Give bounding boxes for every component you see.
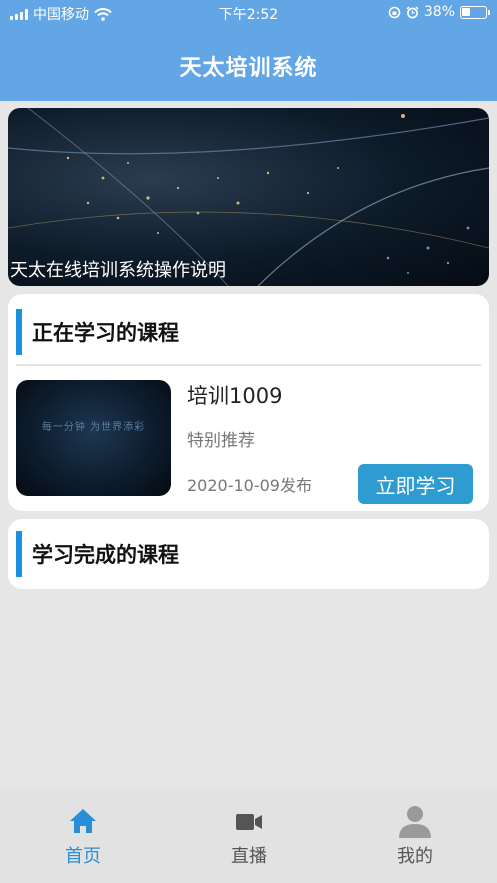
orientation-lock-icon	[388, 6, 401, 18]
home-icon	[70, 809, 96, 833]
battery-icon	[460, 5, 490, 19]
study-now-button[interactable]: 立即学习	[358, 464, 473, 504]
tab-label-home: 首页	[65, 846, 101, 867]
course-tag: 特别推荐	[187, 431, 255, 451]
tab-mine[interactable]: 我的	[332, 788, 497, 883]
section-accent-bar	[16, 309, 22, 355]
video-camera-icon	[236, 814, 262, 830]
banner-carousel[interactable]: 天太在线培训系统操作说明	[8, 108, 489, 286]
page-title: 天太培训系统	[179, 56, 318, 81]
completed-courses-card: 学习完成的课程	[8, 519, 489, 589]
section-title-completed: 学习完成的课程	[32, 543, 179, 567]
tab-label-live: 直播	[231, 846, 267, 867]
status-bar: 中国移动 下午2:52 38%	[0, 0, 497, 26]
tab-live[interactable]: 直播	[166, 788, 332, 883]
current-courses-card: 正在学习的课程 每一分钟 为世界添彩 培训1009 特别推荐 2020-10-0…	[8, 294, 489, 511]
tab-home[interactable]: 首页	[0, 788, 166, 883]
section-title-current: 正在学习的课程	[32, 321, 179, 345]
course-item[interactable]: 每一分钟 为世界添彩 培训1009 特别推荐 2020-10-09发布 立即学习	[16, 380, 481, 504]
section-accent-bar	[16, 531, 22, 577]
divider	[16, 364, 481, 366]
course-title[interactable]: 培训1009	[187, 380, 282, 410]
thumbnail-text: 每一分钟 为世界添彩	[41, 422, 146, 433]
alarm-icon	[406, 5, 419, 18]
battery-percent: 38%	[423, 4, 455, 20]
user-icon	[399, 806, 431, 838]
app-header: 中国移动 下午2:52 38% 天太培训系统	[0, 0, 497, 101]
tab-label-mine: 我的	[397, 846, 433, 867]
course-date: 2020-10-09发布	[187, 476, 312, 495]
tab-bar: 首页 直播 我的	[0, 788, 497, 883]
course-thumbnail[interactable]: 每一分钟 为世界添彩	[16, 380, 171, 496]
banner-caption: 天太在线培训系统操作说明	[10, 260, 226, 281]
